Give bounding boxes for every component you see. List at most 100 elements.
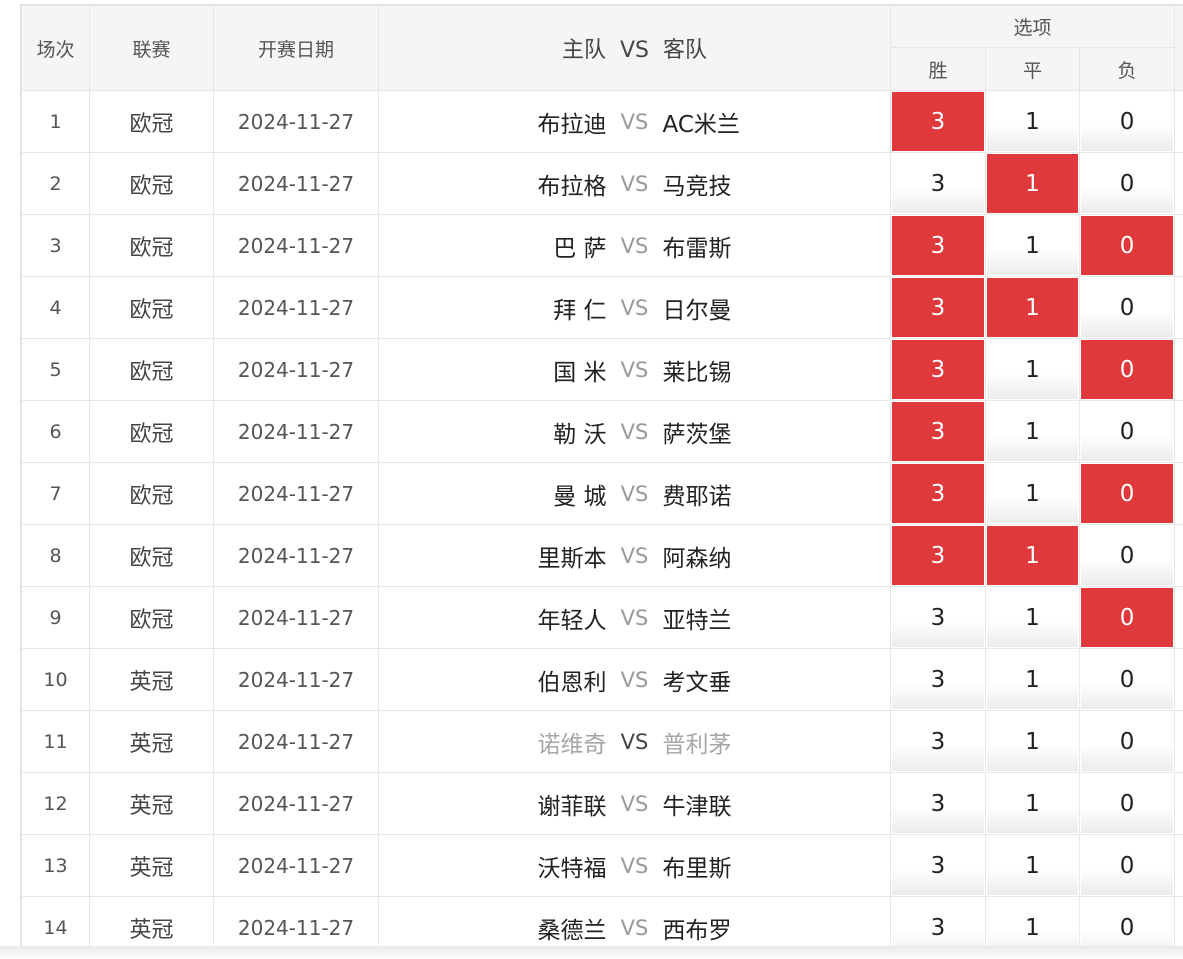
option-win-button[interactable]: 3 bbox=[892, 898, 984, 947]
option-draw-button[interactable]: 1 bbox=[987, 774, 1078, 833]
option-lose-button[interactable]: 0 bbox=[1081, 340, 1174, 399]
option-draw-button[interactable]: 1 bbox=[987, 92, 1078, 151]
option-win-cell: 3 bbox=[890, 834, 986, 897]
home-team: 伯恩利 bbox=[537, 669, 607, 696]
home-team: 布拉格 bbox=[537, 173, 607, 200]
option-draw-button[interactable]: 1 bbox=[987, 464, 1078, 523]
option-draw-button[interactable]: 1 bbox=[987, 402, 1078, 461]
away-team: AC米兰 bbox=[662, 111, 740, 138]
match-number: 7 bbox=[21, 462, 90, 525]
option-draw-button[interactable]: 1 bbox=[987, 278, 1078, 337]
option-draw-cell: 1 bbox=[985, 400, 1080, 463]
option-draw-cell: 1 bbox=[985, 834, 1080, 897]
match-row: 14 英冠 2024-11-27 桑德兰 VS 西布罗 3 1 0 bbox=[21, 896, 1183, 947]
match-teams: 拜 仁 VS 日尔曼 bbox=[378, 276, 891, 339]
option-draw-button[interactable]: 1 bbox=[987, 650, 1078, 709]
option-win-button[interactable]: 3 bbox=[892, 278, 984, 337]
vs-label: VS bbox=[620, 419, 649, 444]
option-draw-cell: 1 bbox=[985, 710, 1080, 773]
table-header: 场次 联赛 开赛日期 主队 VS 客队 选项 胜 平 负 bbox=[21, 5, 1183, 91]
option-draw-button[interactable]: 1 bbox=[987, 154, 1078, 213]
match-number: 11 bbox=[21, 710, 90, 773]
option-lose-cell: 0 bbox=[1078, 710, 1176, 773]
bottom-shadow bbox=[0, 946, 1183, 959]
match-number: 8 bbox=[21, 524, 90, 587]
option-lose-cell: 0 bbox=[1078, 214, 1176, 277]
row-edge bbox=[1174, 90, 1183, 153]
home-team: 诺维奇 bbox=[537, 731, 607, 758]
option-win-button[interactable]: 3 bbox=[892, 588, 984, 647]
away-team: 考文垂 bbox=[662, 669, 732, 696]
option-draw-button[interactable]: 1 bbox=[987, 216, 1078, 275]
vs-label: VS bbox=[620, 853, 649, 878]
vs-label: VS bbox=[620, 543, 649, 568]
option-win-cell: 3 bbox=[890, 586, 986, 649]
home-team: 沃特福 bbox=[537, 855, 607, 882]
vs-label: VS bbox=[620, 667, 649, 692]
option-draw-button[interactable]: 1 bbox=[987, 526, 1078, 585]
away-team: 费耶诺 bbox=[662, 483, 732, 510]
home-team: 巴 萨 bbox=[553, 235, 607, 262]
match-teams: 布拉格 VS 马竞技 bbox=[378, 152, 891, 215]
option-draw-cell: 1 bbox=[985, 214, 1080, 277]
match-row: 5 欧冠 2024-11-27 国 米 VS 莱比锡 3 1 0 bbox=[21, 338, 1183, 401]
match-row: 8 欧冠 2024-11-27 里斯本 VS 阿森纳 3 1 0 bbox=[21, 524, 1183, 587]
option-lose-button[interactable]: 0 bbox=[1081, 278, 1174, 337]
option-lose-button[interactable]: 0 bbox=[1081, 898, 1174, 947]
home-team: 里斯本 bbox=[537, 545, 607, 572]
option-win-cell: 3 bbox=[890, 152, 986, 215]
match-teams: 巴 萨 VS 布雷斯 bbox=[378, 214, 891, 277]
vs-label: VS bbox=[620, 915, 649, 940]
match-teams: 诺维奇 VS 普利茅 bbox=[378, 710, 891, 773]
match-league: 欧冠 bbox=[89, 462, 214, 525]
option-lose-button[interactable]: 0 bbox=[1081, 650, 1174, 709]
option-lose-button[interactable]: 0 bbox=[1081, 526, 1174, 585]
option-win-button[interactable]: 3 bbox=[892, 526, 984, 585]
option-win-button[interactable]: 3 bbox=[892, 154, 984, 213]
match-date: 2024-11-27 bbox=[213, 896, 379, 947]
option-win-button[interactable]: 3 bbox=[892, 712, 984, 771]
match-number: 12 bbox=[21, 772, 90, 835]
option-win-button[interactable]: 3 bbox=[892, 402, 984, 461]
match-table: 场次 联赛 开赛日期 主队 VS 客队 选项 胜 平 负 1 欧冠 2024-11-… bbox=[21, 5, 1183, 947]
option-win-button[interactable]: 3 bbox=[892, 340, 984, 399]
match-teams: 桑德兰 VS 西布罗 bbox=[378, 896, 891, 947]
option-win-cell: 3 bbox=[890, 648, 986, 711]
option-lose-button[interactable]: 0 bbox=[1081, 402, 1174, 461]
option-draw-cell: 1 bbox=[985, 524, 1080, 587]
option-win-button[interactable]: 3 bbox=[892, 92, 984, 151]
match-date: 2024-11-27 bbox=[213, 524, 379, 587]
option-win-cell: 3 bbox=[890, 710, 986, 773]
row-edge bbox=[1174, 896, 1183, 947]
match-league: 英冠 bbox=[89, 772, 214, 835]
option-lose-button[interactable]: 0 bbox=[1081, 712, 1174, 771]
home-team: 勒 沃 bbox=[553, 421, 607, 448]
vs-label: VS bbox=[620, 791, 649, 816]
option-lose-button[interactable]: 0 bbox=[1081, 464, 1174, 523]
option-lose-button[interactable]: 0 bbox=[1081, 216, 1174, 275]
match-date: 2024-11-27 bbox=[213, 834, 379, 897]
option-win-button[interactable]: 3 bbox=[892, 216, 984, 275]
option-lose-button[interactable]: 0 bbox=[1081, 774, 1174, 833]
option-win-cell: 3 bbox=[890, 276, 986, 339]
option-win-cell: 3 bbox=[890, 214, 986, 277]
option-lose-button[interactable]: 0 bbox=[1081, 92, 1174, 151]
match-date: 2024-11-27 bbox=[213, 152, 379, 215]
away-team: 牛津联 bbox=[662, 793, 732, 820]
option-draw-button[interactable]: 1 bbox=[987, 588, 1078, 647]
option-win-button[interactable]: 3 bbox=[892, 774, 984, 833]
table-body: 1 欧冠 2024-11-27 布拉迪 VS AC米兰 3 1 0 2 欧冠 2… bbox=[21, 90, 1183, 947]
option-lose-button[interactable]: 0 bbox=[1081, 836, 1174, 895]
option-win-button[interactable]: 3 bbox=[892, 650, 984, 709]
option-draw-button[interactable]: 1 bbox=[987, 836, 1078, 895]
option-draw-button[interactable]: 1 bbox=[987, 898, 1078, 947]
option-draw-cell: 1 bbox=[985, 586, 1080, 649]
home-team: 桑德兰 bbox=[537, 917, 607, 944]
option-draw-button[interactable]: 1 bbox=[987, 340, 1078, 399]
option-win-cell: 3 bbox=[890, 338, 986, 401]
option-draw-button[interactable]: 1 bbox=[987, 712, 1078, 771]
option-win-button[interactable]: 3 bbox=[892, 836, 984, 895]
option-win-button[interactable]: 3 bbox=[892, 464, 984, 523]
option-lose-button[interactable]: 0 bbox=[1081, 588, 1174, 647]
option-lose-button[interactable]: 0 bbox=[1081, 154, 1174, 213]
